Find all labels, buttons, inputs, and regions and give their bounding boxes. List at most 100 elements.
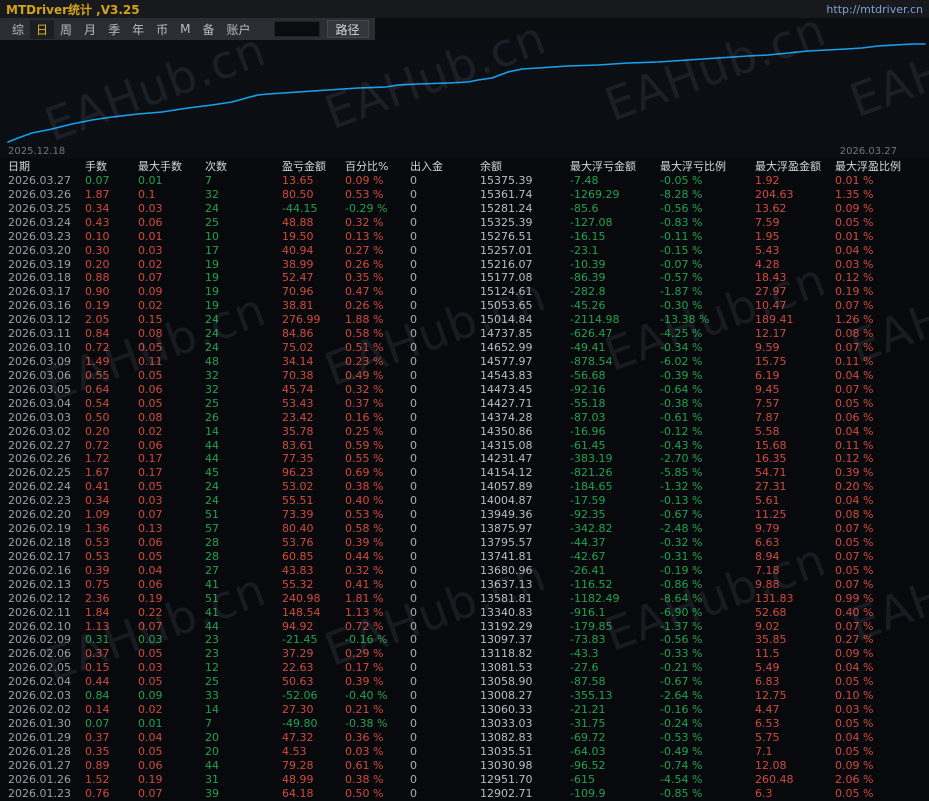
- table-row[interactable]: 2026.02.19 1.36 0.13 57 80.40 0.58 % 0 13875.97…: [0, 522, 929, 536]
- table-row[interactable]: 2026.03.02 0.20 0.02 14 35.78 0.25 % 0 14350.86…: [0, 425, 929, 439]
- table-row[interactable]: 2026.03.04 0.54 0.05 25 53.43 0.37 % 0 14427.71…: [0, 397, 929, 411]
- table-row[interactable]: 2026.02.11 1.84 0.22 41 148.54 1.13 % 0 13340.8…: [0, 606, 929, 620]
- cell-3: 0.02: [138, 299, 163, 313]
- cell-1: 2026.02.20: [8, 508, 71, 522]
- cell-9: -383.19: [570, 452, 613, 466]
- table-row[interactable]: 2026.03.26 1.87 0.1 32 80.50 0.53 % 0 15361.74 -…: [0, 188, 929, 202]
- table-row[interactable]: 2026.03.09 1.49 0.11 48 34.14 0.23 % 0 14577.97…: [0, 355, 929, 369]
- cell-4: 17: [205, 243, 219, 257]
- table-row[interactable]: 2026.02.02 0.14 0.02 14 27.30 0.21 % 0 13060.33…: [0, 703, 929, 717]
- table-row[interactable]: 2026.02.23 0.34 0.03 24 55.51 0.40 % 0 14004.87…: [0, 494, 929, 508]
- cell-8: 15281.24: [480, 201, 533, 215]
- menu-item-5[interactable]: 季: [102, 20, 126, 39]
- cell-12: 0.10 %: [835, 689, 874, 703]
- table-row[interactable]: 2026.02.13 0.75 0.06 41 55.32 0.41 % 0 13637.13…: [0, 578, 929, 592]
- table-row[interactable]: 2026.03.18 0.88 0.07 19 52.47 0.35 % 0 15177.08…: [0, 271, 929, 285]
- table-header: 日期 手数 最大手数 次数 盈亏金额 百分比% 出入金 余额 最大浮亏金额 最大浮亏比例 最大浮盈金…: [0, 158, 929, 174]
- table-row[interactable]: 2026.01.27 0.89 0.06 44 79.28 0.61 % 0 13030.98…: [0, 759, 929, 773]
- cell-4: 44: [205, 758, 219, 772]
- table-row[interactable]: 2026.03.27 0.07 0.01 7 13.65 0.09 % 0 15375.39 -…: [0, 174, 929, 188]
- table-row[interactable]: 2026.03.11 0.84 0.08 24 84.86 0.58 % 0 14737.85…: [0, 327, 929, 341]
- table-row[interactable]: 2026.01.28 0.35 0.05 20 4.53 0.03 % 0 13035.51 -…: [0, 745, 929, 759]
- table-row[interactable]: 2026.02.20 1.09 0.07 51 73.39 0.53 % 0 13949.36…: [0, 508, 929, 522]
- menu-item-9[interactable]: 备: [196, 20, 220, 39]
- col-header-9: 最大浮亏金额: [570, 160, 636, 173]
- cell-1: 2026.02.16: [8, 563, 71, 577]
- cell-10: -0.33 %: [660, 647, 703, 661]
- table-row[interactable]: 2026.03.05 0.64 0.06 32 45.74 0.32 % 0 14473.45…: [0, 383, 929, 397]
- table-row[interactable]: 2026.03.24 0.43 0.06 25 48.88 0.32 % 0 15325.39…: [0, 216, 929, 230]
- cell-2: 0.20: [85, 257, 110, 271]
- table-row[interactable]: 2026.03.20 0.30 0.03 17 40.94 0.27 % 0 15257.01…: [0, 244, 929, 258]
- cell-3: 0.19: [138, 772, 163, 786]
- cell-11: 11.25: [755, 508, 787, 522]
- cell-5: 77.35: [282, 452, 314, 466]
- table-row[interactable]: 2026.03.03 0.50 0.08 26 23.42 0.16 % 0 14374.28…: [0, 411, 929, 425]
- table-row[interactable]: 2026.03.23 0.10 0.01 10 19.50 0.13 % 0 15276.51…: [0, 230, 929, 244]
- cell-1: 2026.03.05: [8, 382, 71, 396]
- table-row[interactable]: 2026.02.09 0.31 0.03 23 -21.45 -0.16 % 0 13097.…: [0, 633, 929, 647]
- cell-3: 0.06: [138, 758, 163, 772]
- table-row[interactable]: 2026.02.18 0.53 0.06 28 53.76 0.39 % 0 13795.57…: [0, 536, 929, 550]
- table-row[interactable]: 2026.03.12 2.05 0.15 24 276.99 1.88 % 0 15014.8…: [0, 313, 929, 327]
- cell-7: 0: [410, 619, 417, 633]
- menu-item-1[interactable]: 综: [6, 20, 30, 39]
- table-row[interactable]: 2026.03.16 0.19 0.02 19 38.81 0.26 % 0 15053.65…: [0, 299, 929, 313]
- table-row[interactable]: 2026.02.03 0.84 0.09 33 -52.06 -0.40 % 0 13008.…: [0, 689, 929, 703]
- cell-7: 0: [410, 452, 417, 466]
- cell-4: 25: [205, 396, 219, 410]
- table-row[interactable]: 2026.02.04 0.44 0.05 25 50.63 0.39 % 0 13058.90…: [0, 675, 929, 689]
- table-row[interactable]: 2026.03.17 0.90 0.09 19 70.96 0.47 % 0 15124.61…: [0, 285, 929, 299]
- table-row[interactable]: 2026.02.10 1.13 0.07 44 94.92 0.72 % 0 13192.29…: [0, 620, 929, 634]
- table-row[interactable]: 2026.03.06 0.55 0.05 32 70.38 0.49 % 0 14543.83…: [0, 369, 929, 383]
- menu-item-4[interactable]: 月: [78, 20, 102, 39]
- cell-7: 0: [410, 243, 417, 257]
- table-row[interactable]: 2026.02.12 2.36 0.19 51 240.98 1.81 % 0 13581.8…: [0, 592, 929, 606]
- cell-5: 52.47: [282, 271, 314, 285]
- menu-item-6[interactable]: 年: [126, 20, 150, 39]
- menu-item-10[interactable]: 账户: [220, 20, 256, 39]
- website-link[interactable]: http://mtdriver.cn: [826, 3, 923, 16]
- table-row[interactable]: 2026.03.10 0.72 0.05 24 75.02 0.51 % 0 14652.99…: [0, 341, 929, 355]
- table-row[interactable]: 2026.01.30 0.07 0.01 7 -49.80 -0.38 % 0 13033.0…: [0, 717, 929, 731]
- menu-item-8[interactable]: M: [174, 21, 196, 37]
- cell-12: 0.05 %: [835, 786, 874, 800]
- table-row[interactable]: 2026.02.06 0.37 0.05 23 37.29 0.29 % 0 13118.82…: [0, 647, 929, 661]
- table-row[interactable]: 2026.01.26 1.52 0.19 31 48.99 0.38 % 0 12951.70…: [0, 773, 929, 787]
- menu-item-3[interactable]: 周: [54, 20, 78, 39]
- table-row[interactable]: 2026.03.25 0.34 0.03 24 -44.15 -0.29 % 0 15281.…: [0, 202, 929, 216]
- table-row[interactable]: 2026.02.27 0.72 0.06 44 83.61 0.59 % 0 14315.08…: [0, 439, 929, 453]
- table-row[interactable]: 2026.02.24 0.41 0.05 24 53.02 0.38 % 0 14057.89…: [0, 480, 929, 494]
- menu-item-2[interactable]: 日: [30, 19, 55, 39]
- table-row[interactable]: 2026.02.05 0.15 0.03 12 22.63 0.17 % 0 13081.53…: [0, 661, 929, 675]
- table-row[interactable]: 2026.02.25 1.67 0.17 45 96.23 0.69 % 0 14154.12…: [0, 466, 929, 480]
- chart-date-axis: 2025.12.18 2026.03.27: [0, 146, 929, 158]
- cell-8: 13033.03: [480, 716, 533, 730]
- cell-6: 1.13 %: [345, 605, 384, 619]
- cell-2: 0.07: [85, 174, 110, 187]
- cell-9: -2114.98: [570, 313, 620, 327]
- table-row[interactable]: 2026.02.16 0.39 0.04 27 43.83 0.32 % 0 13680.96…: [0, 564, 929, 578]
- cell-6: 0.55 %: [345, 452, 384, 466]
- cell-1: 2026.02.26: [8, 452, 71, 466]
- cell-2: 0.14: [85, 703, 110, 717]
- cell-5: -21.45: [282, 633, 318, 647]
- table-row[interactable]: 2026.02.26 1.72 0.17 44 77.35 0.55 % 0 14231.47…: [0, 452, 929, 466]
- cell-2: 2.36: [85, 591, 110, 605]
- cell-6: 0.32 %: [345, 215, 384, 229]
- table-row[interactable]: 2026.01.29 0.37 0.04 20 47.32 0.36 % 0 13082.83…: [0, 731, 929, 745]
- account-selector-box[interactable]: [273, 21, 320, 37]
- menu-item-7[interactable]: 币: [150, 20, 174, 39]
- cell-9: -27.6: [570, 661, 599, 675]
- cell-10: -0.11 %: [660, 229, 703, 243]
- cell-8: 13097.37: [480, 633, 533, 647]
- cell-2: 0.31: [85, 633, 110, 647]
- cell-6: 0.72 %: [345, 619, 384, 633]
- table-row[interactable]: 2026.01.23 0.76 0.07 39 64.18 0.50 % 0 12902.71…: [0, 787, 929, 801]
- cell-2: 1.52: [85, 772, 110, 786]
- cell-4: 12: [205, 661, 219, 675]
- table-row[interactable]: 2026.02.17 0.53 0.05 28 60.85 0.44 % 0 13741.81…: [0, 550, 929, 564]
- cell-9: -10.39: [570, 257, 606, 271]
- path-button[interactable]: 路径: [326, 20, 369, 38]
- table-row[interactable]: 2026.03.19 0.20 0.02 19 38.99 0.26 % 0 15216.07…: [0, 258, 929, 272]
